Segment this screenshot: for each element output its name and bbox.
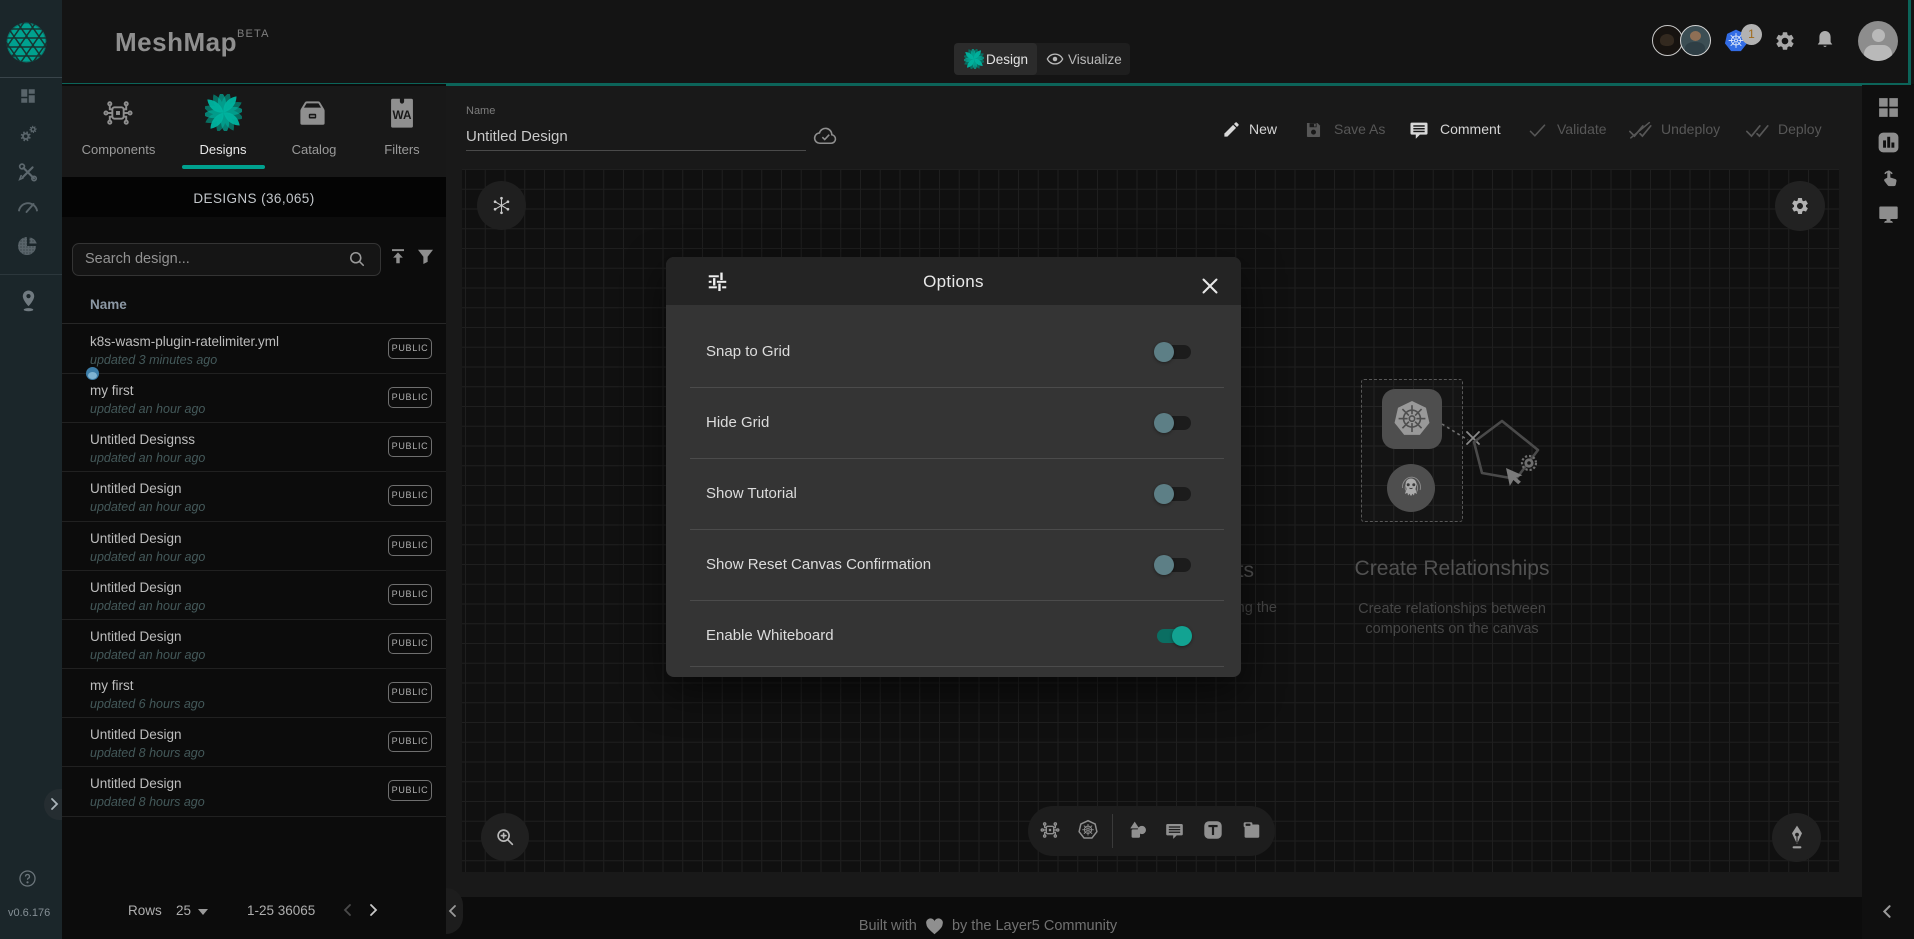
- svg-text:WA: WA: [393, 109, 412, 122]
